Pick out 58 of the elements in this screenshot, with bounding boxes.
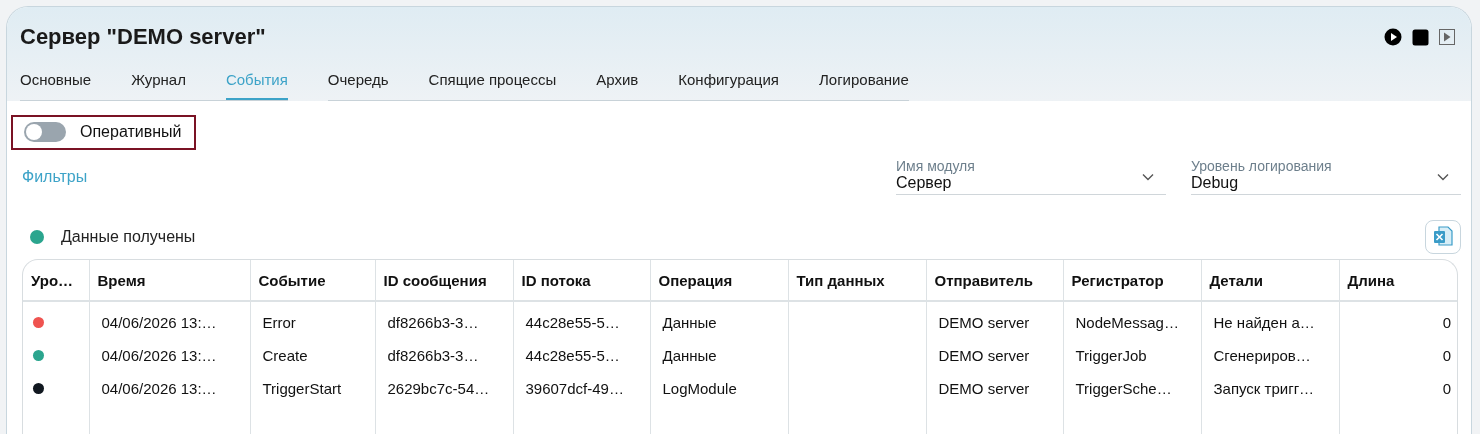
select-field[interactable]: Имя модуля Сервер [896, 158, 1166, 195]
table-cell: DEMO server [938, 347, 1030, 364]
tab[interactable]: Журнал [131, 67, 226, 101]
toggle-switch[interactable] [24, 122, 66, 142]
excel-export-button[interactable] [1425, 220, 1461, 254]
column-header[interactable]: ID потока [513, 260, 650, 301]
chevron-down-icon [1142, 173, 1154, 181]
table-cell: 0 [1442, 380, 1451, 397]
table-cell: 39607dcf-49… [525, 380, 624, 397]
table-cell: TriggerJob [1075, 347, 1147, 364]
table-cell: df8266b3-3… [387, 314, 479, 331]
window-title: Сервер "DEMO server" [20, 24, 266, 50]
tab[interactable]: Очередь [327, 67, 429, 101]
step-play-icon[interactable] [1439, 29, 1455, 45]
select-field[interactable]: Уровень логирования Debug [1191, 158, 1461, 195]
column-header[interactable]: Детали [1201, 260, 1339, 301]
table-cell: 0 [1442, 314, 1451, 331]
table-cell: Запуск тригг… [1213, 380, 1315, 397]
tab[interactable]: Логирование [818, 67, 909, 101]
table-cell: TriggerSche… [1075, 380, 1172, 397]
table-cell: 44c28e55-5… [525, 347, 620, 364]
table-cell: Error [262, 314, 296, 331]
table-cell: Данные [662, 314, 717, 331]
table-cell: TriggerStart [262, 380, 342, 397]
column-header[interactable]: Уро… [23, 260, 89, 301]
table-cell: 44c28e55-5… [525, 314, 620, 331]
chevron-down-icon [1437, 173, 1449, 181]
stop-icon[interactable] [1412, 28, 1429, 46]
column-header[interactable]: Тип данных [788, 260, 926, 301]
table-cell: 04/06/2026 13:… [101, 314, 217, 331]
column-header[interactable]: Регистратор [1063, 260, 1201, 301]
column-header[interactable]: Операция [650, 260, 788, 301]
column-header[interactable]: Отправитель [926, 260, 1063, 301]
table-cell: Данные [662, 347, 717, 364]
tab[interactable]: Архив [596, 67, 679, 101]
column-header[interactable]: ID сообщения [375, 260, 513, 301]
table-cell: 2629bc7c-54… [387, 380, 490, 397]
tab[interactable]: Конфигурация [678, 67, 819, 101]
column-header[interactable]: Событие [250, 260, 375, 301]
column-header[interactable]: Длина [1339, 260, 1457, 301]
table-cell: DEMO server [938, 380, 1030, 397]
status-text: Данные получены [61, 228, 196, 246]
table-cell: Сгенериров… [1213, 347, 1311, 364]
tab[interactable]: Основные [20, 67, 132, 101]
table-cell: LogModule [662, 380, 737, 397]
table-cell: DEMO server [938, 314, 1030, 331]
table-cell: Create [262, 347, 308, 364]
toggle-label: Оперативный [80, 123, 182, 141]
table-cell: Не найден а… [1213, 314, 1315, 331]
column-header[interactable]: Время [89, 260, 250, 301]
tab[interactable]: Спящие процессы [428, 67, 597, 101]
table-cell: df8266b3-3… [387, 347, 479, 364]
table-cell: 0 [1442, 347, 1451, 364]
play-icon[interactable] [1384, 28, 1402, 46]
spreadsheet-icon [1433, 226, 1453, 248]
table-cell: 04/06/2026 13:… [101, 347, 217, 364]
table-cell: 04/06/2026 13:… [101, 380, 217, 397]
table-cell: NodeMessag… [1075, 314, 1179, 331]
